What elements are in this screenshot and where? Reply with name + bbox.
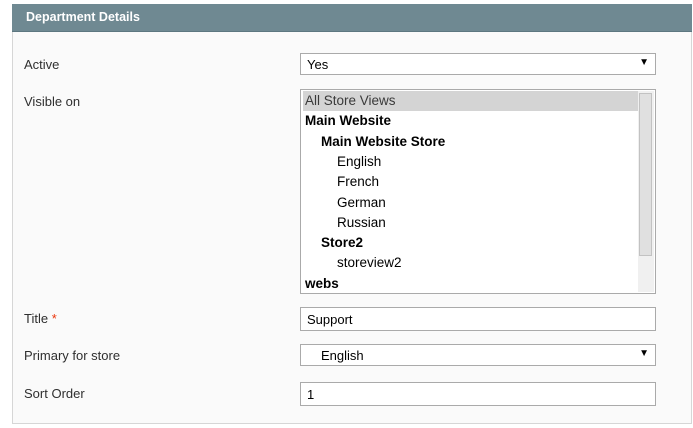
visible-on-option[interactable]: webs: [303, 274, 339, 293]
section-header: Department Details: [12, 4, 692, 32]
title-label-text: Title: [24, 311, 49, 326]
active-label: Active: [24, 57, 60, 72]
scrollbar[interactable]: [638, 91, 654, 292]
visible-on-option[interactable]: Main Website: [303, 111, 391, 131]
active-select[interactable]: Yes ▼: [300, 53, 656, 75]
sort-order-label: Sort Order: [24, 386, 85, 401]
scrollbar-thumb[interactable]: [639, 93, 652, 256]
visible-on-multiselect[interactable]: All Store Views Main Website Main Website …: [300, 89, 656, 294]
chevron-down-icon: ▼: [639, 348, 649, 359]
visible-on-option[interactable]: German: [303, 193, 386, 213]
title-input[interactable]: Support: [300, 307, 656, 331]
visible-on-option[interactable]: English: [303, 152, 381, 172]
chevron-down-icon: ▼: [639, 57, 649, 68]
visible-on-option[interactable]: Russian: [303, 213, 386, 233]
primary-store-value: English: [321, 348, 364, 363]
primary-store-label: Primary for store: [24, 348, 121, 363]
sort-order-input[interactable]: 1: [300, 382, 656, 406]
primary-store-select[interactable]: English ▼: [300, 344, 656, 366]
section-title: Department Details: [26, 10, 140, 24]
visible-on-label: Visible on: [24, 94, 81, 109]
visible-on-option[interactable]: Main Website Store: [303, 132, 445, 152]
sort-order-value: 1: [307, 387, 315, 402]
required-mark: *: [51, 311, 57, 326]
title-label: Title *: [24, 311, 57, 326]
active-select-value: Yes: [307, 57, 329, 72]
visible-on-option[interactable]: Store2: [303, 233, 363, 253]
visible-on-option[interactable]: French: [303, 172, 379, 192]
visible-on-option[interactable]: All Store Views: [303, 91, 639, 111]
visible-on-option[interactable]: storeview2: [303, 253, 402, 273]
title-input-value: Support: [307, 312, 353, 327]
